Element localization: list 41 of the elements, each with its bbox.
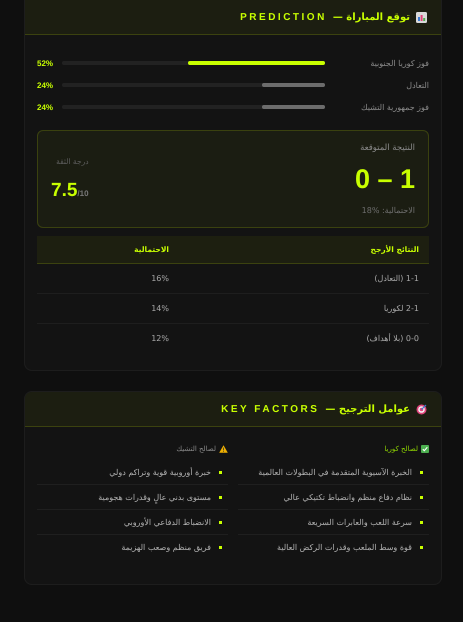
- outcome-label: التعادل: [405, 80, 429, 90]
- bullet-icon: [420, 496, 423, 498]
- bar-chart-icon: [416, 12, 427, 22]
- checkmark-icon: [421, 445, 429, 453]
- factor-text: قوة وسط الملعب وقدرات الركض العالية: [277, 542, 412, 552]
- table-cell-text: 12%: [150, 334, 170, 343]
- predicted-score: 0 – 1: [354, 164, 415, 195]
- factor-text: سرعة اللعب والعابرات السريعة: [307, 518, 412, 526]
- table-cell-text: 2-1 لكوريا: [382, 304, 420, 313]
- bullet-icon: [420, 470, 423, 474]
- warning-icon: [219, 445, 228, 453]
- bullet-icon: [219, 496, 222, 498]
- table-cell-text: 14%: [150, 304, 170, 313]
- factor-text: الخبرة الآسيوية المتقدمة في البطولات العالمية: [258, 468, 412, 476]
- confidence-max: /10: [77, 188, 89, 198]
- table-cell-text: 0-0 (بلا أهداف): [365, 334, 420, 343]
- factor-text: نظام دفاع منظم وانضباط تكتيكي عالي: [284, 492, 412, 502]
- outcome-label: فوز كوريا الجنوبية: [369, 58, 429, 68]
- card-title: توقع المباراة —: [332, 12, 410, 22]
- card-title: KEY FACTORS: [221, 404, 320, 414]
- bullet-icon: [219, 470, 222, 474]
- probability-value: 52%: [37, 58, 54, 68]
- probability-text: الاحتمالية: %18: [362, 206, 415, 215]
- outcome-label: فوز جمهورية التشيك: [360, 102, 429, 112]
- card-title: عوامل الترجيح —: [325, 404, 410, 414]
- card-title: PREDICTION: [240, 12, 327, 22]
- bullet-icon: [219, 546, 222, 548]
- factor-text: مستوى بدني عالٍ وقدرات هجومية: [98, 492, 211, 502]
- target-icon: [416, 404, 427, 414]
- confidence-score: 7.5: [51, 180, 78, 202]
- expected-result-label: النتيجة المتوقعة: [360, 143, 415, 153]
- factor-text: خبرة أوروبية قوية وتراكم دولي: [109, 468, 211, 476]
- bullet-icon: [219, 520, 222, 524]
- factor-text: فريق منظم وصعب الهزيمة: [121, 542, 211, 552]
- probability-value: 24%: [37, 102, 54, 112]
- table-cell-text: 16%: [150, 274, 170, 283]
- bullet-icon: [420, 520, 423, 524]
- table-cell-text: 1-1 (التعادل): [373, 274, 420, 283]
- bullet-icon: [420, 546, 423, 548]
- factor-text: الانضباط الدفاعي الأوروبي: [124, 518, 211, 526]
- probability-value: 24%: [37, 80, 54, 90]
